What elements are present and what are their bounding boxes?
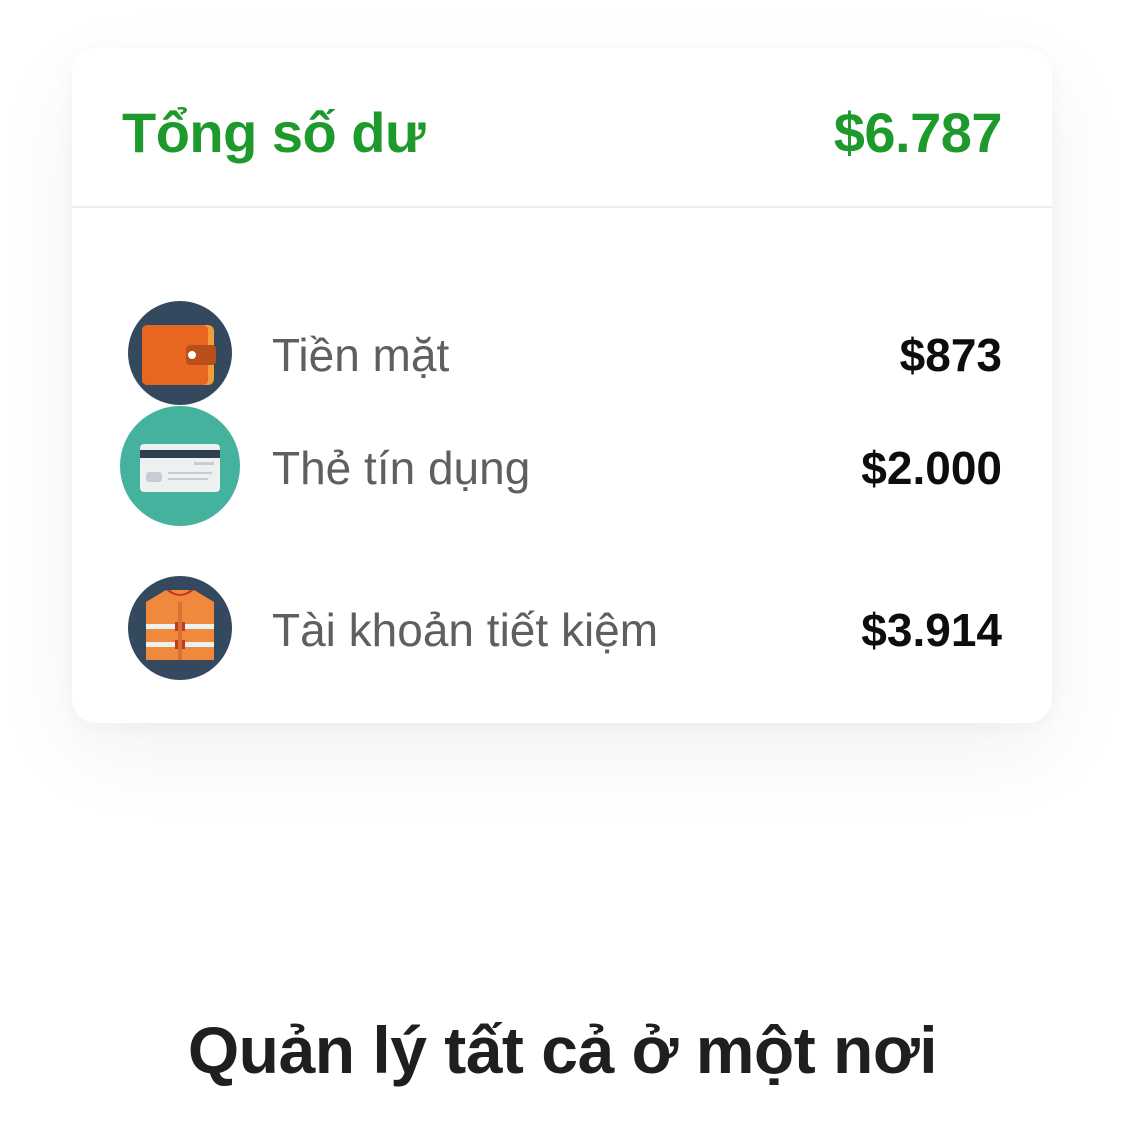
balance-card: Tổng số dư $6.787 Tiền mặt $873 Thẻ tín …	[72, 48, 1052, 723]
total-balance-value: $6.787	[833, 101, 1003, 164]
total-balance-header: Tổng số dư $6.787	[72, 48, 1052, 208]
account-balance: $3.914	[861, 604, 1002, 656]
tagline: Quản lý tất cả ở một nơi	[187, 1013, 938, 1087]
account-label: Tiền mặt	[272, 329, 450, 381]
life-vest-icon	[120, 568, 240, 688]
account-row-cash[interactable]: Tiền mặt $873	[72, 288, 1052, 418]
account-balance: $873	[899, 329, 1002, 381]
credit-card-icon	[120, 406, 240, 526]
wallet-icon	[120, 293, 240, 413]
total-balance-label: Tổng số dư	[122, 101, 426, 164]
account-balance: $2.000	[861, 442, 1002, 494]
account-row-credit-card[interactable]: Thẻ tín dụng $2.000	[72, 401, 1052, 531]
account-row-savings[interactable]: Tài khoản tiết kiệm $3.914	[72, 563, 1052, 693]
account-label: Tài khoản tiết kiệm	[272, 604, 659, 656]
account-label: Thẻ tín dụng	[272, 442, 531, 494]
onboarding-screen: Tổng số dư $6.787 Tiền mặt $873 Thẻ tín …	[0, 0, 1125, 1125]
